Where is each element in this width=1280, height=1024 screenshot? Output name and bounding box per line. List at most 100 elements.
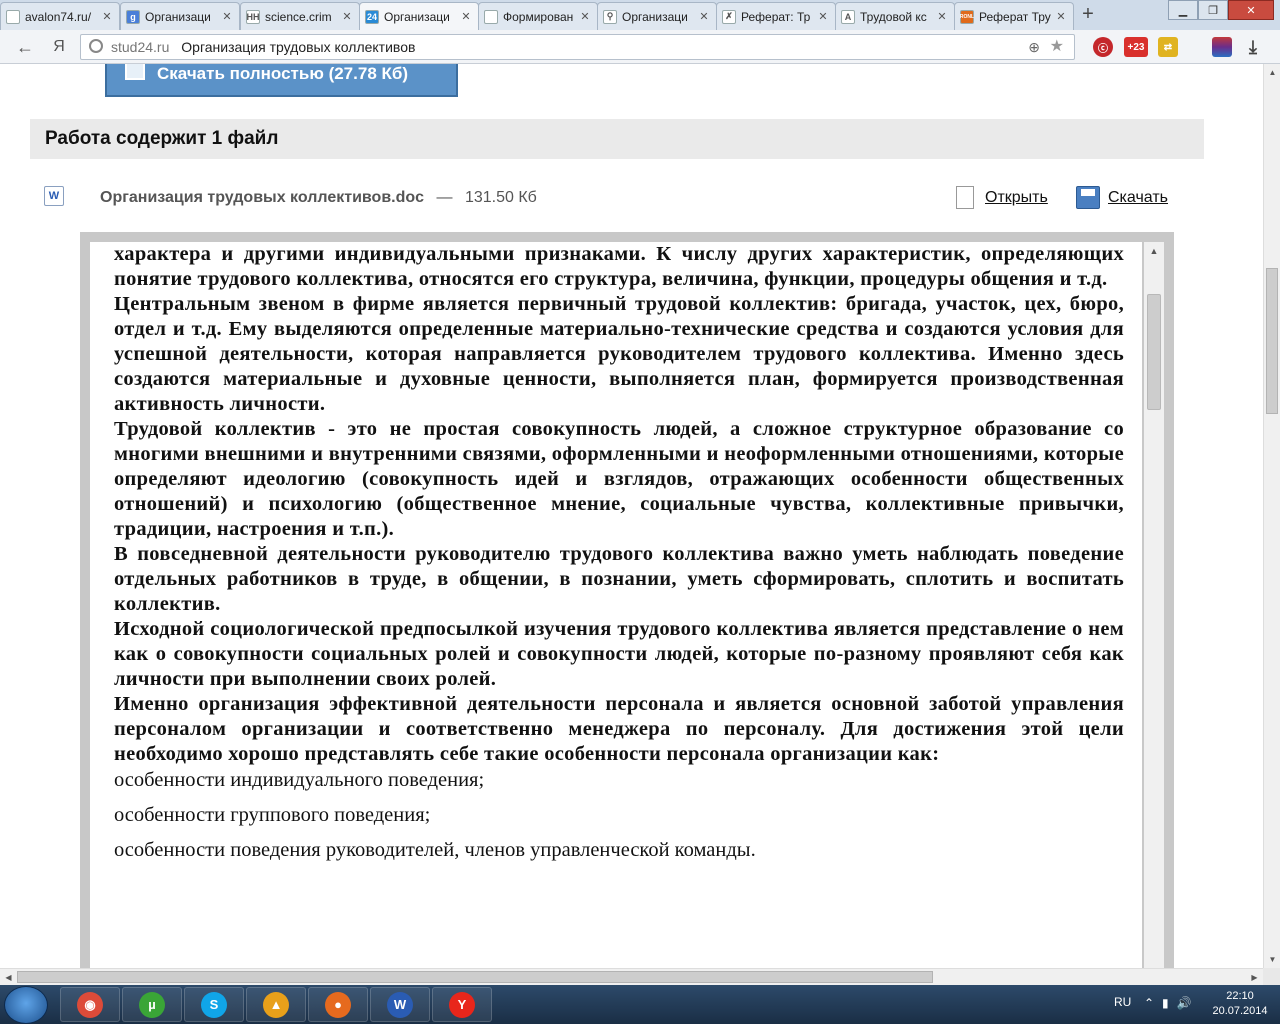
document-viewer: характера и другими индивидуальными приз… bbox=[80, 232, 1174, 968]
tab-title: Организаци bbox=[145, 9, 211, 24]
document-text: характера и другими индивидуальными приз… bbox=[114, 242, 1124, 873]
taskbar-app-yandex[interactable]: Y bbox=[432, 987, 492, 1022]
start-button[interactable] bbox=[4, 986, 48, 1024]
taskbar: ◉ µ S ▲ ● W Y RU ⌃▮🔊 22:10 20.07.2014 bbox=[0, 985, 1280, 1024]
document-list-item: особенности индивидуального поведения; bbox=[114, 769, 485, 791]
document-paragraph: В повседневной деятельности руководителю… bbox=[114, 543, 1124, 615]
tab-title: Трудовой кс bbox=[860, 9, 927, 24]
page-horizontal-scrollbar[interactable]: ◀ ▶ bbox=[0, 968, 1263, 985]
download-full-button[interactable]: Скачать полностью (27.78 Кб) bbox=[105, 64, 458, 97]
page-hscroll-thumb[interactable] bbox=[17, 971, 933, 983]
address-page-title: Организация трудовых коллективов bbox=[181, 39, 416, 55]
yandex-logo-icon[interactable]: Я bbox=[46, 34, 72, 60]
clock[interactable]: 22:10 20.07.2014 bbox=[1212, 989, 1268, 1019]
tab-5[interactable]: ⚲ Организаци ✕ bbox=[597, 2, 717, 30]
clock-date: 20.07.2014 bbox=[1212, 1005, 1268, 1017]
address-bar[interactable]: stud24.ru Организация трудовых коллектив… bbox=[80, 34, 1075, 60]
page-scroll-thumb[interactable] bbox=[1266, 268, 1278, 414]
scrollbar-corner bbox=[1263, 968, 1280, 985]
aimp-icon: ▲ bbox=[263, 991, 289, 1018]
tab-0[interactable]: avalon74.ru/ ✕ bbox=[0, 2, 120, 30]
maximize-button[interactable]: ❐ bbox=[1198, 0, 1228, 20]
browser-toolbar: ← Я stud24.ru Организация трудовых колле… bbox=[0, 30, 1280, 64]
language-indicator[interactable]: RU bbox=[1114, 995, 1131, 1009]
tab-close-icon[interactable]: ✕ bbox=[579, 10, 591, 23]
taskbar-app-chrome[interactable]: ◉ bbox=[60, 987, 120, 1022]
tab-close-icon[interactable]: ✕ bbox=[101, 10, 113, 23]
document-scroll-thumb[interactable] bbox=[1147, 294, 1161, 410]
word-icon: W bbox=[387, 991, 413, 1018]
scroll-up-icon[interactable]: ▲ bbox=[1144, 242, 1164, 260]
tab-title: Реферат: Тр bbox=[741, 9, 811, 24]
window-controls: ▁ ❐ ✕ bbox=[1168, 0, 1274, 20]
tab-close-icon[interactable]: ✕ bbox=[341, 10, 353, 23]
tab-title: Организаци bbox=[384, 9, 450, 24]
a-icon: A bbox=[841, 9, 855, 24]
tab-strip: avalon74.ru/ ✕ g Организаци ✕ НН science.crim ✕… bbox=[0, 0, 1280, 30]
files-header: Работа содержит 1 файл bbox=[30, 119, 1204, 159]
tab-6[interactable]: ✗ Реферат: Тр ✕ bbox=[716, 2, 836, 30]
close-window-button[interactable]: ✕ bbox=[1228, 0, 1274, 20]
google-icon: g bbox=[126, 9, 140, 24]
tab-close-icon[interactable]: ✕ bbox=[460, 10, 472, 23]
document-page[interactable]: характера и другими индивидуальными приз… bbox=[90, 242, 1142, 968]
clock-time: 22:10 bbox=[1226, 990, 1254, 1002]
taskbar-app-aimp[interactable]: ▲ bbox=[246, 987, 306, 1022]
taskbar-app-skype[interactable]: S bbox=[184, 987, 244, 1022]
scroll-left-icon[interactable]: ◀ bbox=[0, 969, 17, 986]
file-size: 131.50 Кб bbox=[464, 189, 537, 206]
skype-icon: S bbox=[201, 991, 227, 1018]
tab-7[interactable]: A Трудовой кс ✕ bbox=[835, 2, 955, 30]
document-list-item: особенности поведения руководителей, чле… bbox=[114, 839, 756, 861]
save-file-icon[interactable] bbox=[1076, 186, 1100, 209]
file-name-text: Организация трудовых коллективов.doc bbox=[100, 189, 425, 206]
tab-1[interactable]: g Организаци ✕ bbox=[120, 2, 240, 30]
document-paragraph: характера и другими индивидуальными приз… bbox=[114, 243, 1124, 290]
tab-close-icon[interactable]: ✕ bbox=[817, 10, 829, 23]
tab-8[interactable]: RONL Реферат Тру ✕ bbox=[954, 2, 1074, 30]
tab-title: Организаци bbox=[622, 9, 688, 24]
document-paragraph: Исходной социологической предпосылкой из… bbox=[114, 618, 1124, 690]
page-icon bbox=[6, 9, 20, 24]
bookmark-sync-icon[interactable]: ⇄ bbox=[1158, 37, 1178, 57]
site-info-icon[interactable] bbox=[89, 39, 103, 53]
mail-badge-icon[interactable]: +23 bbox=[1124, 37, 1148, 57]
new-tab-button[interactable]: + bbox=[1078, 3, 1098, 27]
tab-4[interactable]: Формирован ✕ bbox=[478, 2, 598, 30]
downloads-icon[interactable]: ⤓ bbox=[1243, 37, 1263, 57]
back-icon[interactable]: ← bbox=[12, 34, 38, 60]
adblock-icon[interactable]: ⓒ bbox=[1093, 37, 1113, 57]
tab-title: science.crim bbox=[265, 9, 332, 24]
document-scrollbar[interactable]: ▲ bbox=[1144, 242, 1164, 968]
address-domain: stud24.ru bbox=[111, 39, 170, 55]
search-icon: ⚲ bbox=[603, 9, 617, 24]
tab-close-icon[interactable]: ✕ bbox=[221, 10, 233, 23]
taskbar-app-word[interactable]: W bbox=[370, 987, 430, 1022]
page-scroll-up-icon[interactable]: ▲ bbox=[1264, 64, 1280, 81]
minimize-button[interactable]: ▁ bbox=[1168, 0, 1198, 20]
page-scroll-down-icon[interactable]: ▼ bbox=[1264, 951, 1280, 968]
taskbar-app-origin[interactable]: ● bbox=[308, 987, 368, 1022]
yandex-icon: Y bbox=[449, 991, 475, 1018]
tray-icons[interactable]: ⌃▮🔊 bbox=[1144, 996, 1200, 1010]
tab-close-icon[interactable]: ✕ bbox=[698, 10, 710, 23]
winrar-icon[interactable] bbox=[1212, 37, 1232, 57]
page-vertical-scrollbar[interactable]: ▲ ▼ bbox=[1263, 64, 1280, 968]
open-link[interactable]: Открыть bbox=[985, 189, 1048, 207]
taskbar-app-utorrent[interactable]: µ bbox=[122, 987, 182, 1022]
zoom-icon[interactable]: ⊕ bbox=[1028, 35, 1040, 59]
page-content: Скачать полностью (27.78 Кб) Работа соде… bbox=[0, 64, 1263, 968]
bookmark-star-icon[interactable]: ★ bbox=[1050, 35, 1064, 59]
tab-close-icon[interactable]: ✕ bbox=[936, 10, 948, 23]
tab-3[interactable]: 24 Организаци ✕ bbox=[359, 2, 479, 30]
open-file-icon[interactable] bbox=[956, 186, 974, 209]
document-paragraph: Трудовой коллектив - это не простая сово… bbox=[114, 418, 1124, 540]
scroll-right-icon[interactable]: ▶ bbox=[1246, 969, 1263, 986]
chrome-icon: ◉ bbox=[77, 991, 103, 1018]
utorrent-icon: µ bbox=[139, 991, 165, 1018]
roxl-icon: RONL bbox=[960, 9, 974, 24]
download-link[interactable]: Скачать bbox=[1108, 189, 1168, 207]
tab-close-icon[interactable]: ✕ bbox=[1055, 10, 1067, 23]
tab-2[interactable]: НН science.crim ✕ bbox=[240, 2, 360, 30]
page-icon bbox=[484, 9, 498, 24]
